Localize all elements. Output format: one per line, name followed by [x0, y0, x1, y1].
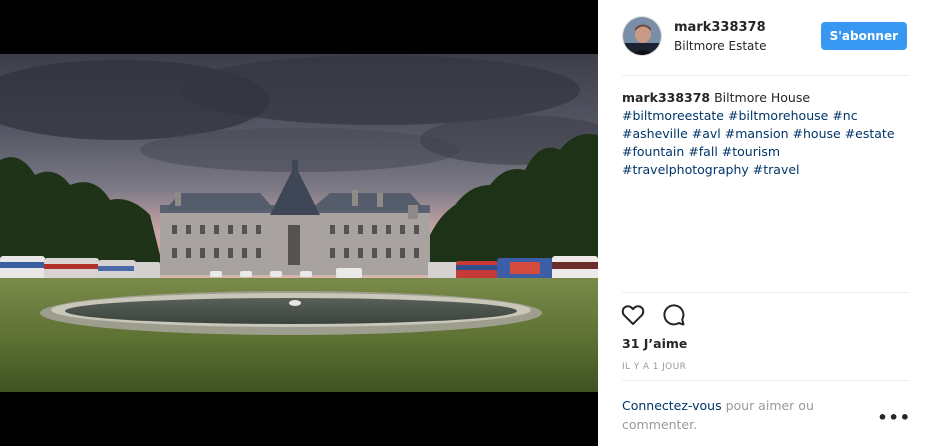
post-timestamp[interactable]: IL Y A 1 JOUR — [622, 362, 686, 372]
avatar-image — [623, 17, 661, 55]
hashtag-link[interactable]: #asheville — [622, 126, 688, 141]
username[interactable]: mark338378 — [674, 20, 766, 35]
hashtag-link[interactable]: #avl — [692, 126, 721, 141]
hashtag-link[interactable]: #fall — [688, 144, 717, 159]
hashtag-link[interactable]: #biltmoreestate — [622, 108, 724, 123]
hashtag-link[interactable]: #travel — [753, 162, 800, 177]
hashtag-link[interactable]: #biltmorehouse — [728, 108, 828, 123]
hashtag-link[interactable]: #fountain — [622, 144, 684, 159]
comment-icon[interactable] — [661, 302, 687, 328]
login-link[interactable]: Connectez-vous — [622, 398, 722, 413]
post-caption: mark338378 Biltmore House #biltmoreestat… — [622, 89, 909, 179]
location-link[interactable]: Biltmore Estate — [674, 39, 766, 53]
post-photo — [0, 0, 598, 446]
hashtag-link[interactable]: #estate — [845, 126, 895, 141]
divider — [622, 75, 909, 76]
caption-username[interactable]: mark338378 — [622, 90, 710, 105]
hashtag-link[interactable]: #travelphotography — [622, 162, 749, 177]
like-count[interactable]: 31 J’aime — [622, 336, 687, 351]
more-options-icon[interactable]: ••• — [877, 410, 911, 426]
avatar[interactable] — [622, 16, 662, 56]
login-prompt: Connectez-vous pour aimer ou commenter. — [622, 396, 882, 434]
post-header: mark338378 Biltmore Estate S'abonner — [622, 16, 909, 58]
post-sidebar: mark338378 Biltmore Estate S'abonner mar… — [598, 0, 929, 446]
caption-text: Biltmore House — [714, 90, 811, 105]
hashtag-link[interactable]: #tourism — [722, 144, 780, 159]
hashtag-list: #biltmoreestate #biltmorehouse #nc #ashe… — [622, 108, 895, 177]
divider — [622, 292, 909, 293]
heart-icon[interactable] — [620, 302, 646, 328]
post-media[interactable] — [0, 0, 598, 446]
divider — [622, 380, 909, 381]
hashtag-link[interactable]: #mansion — [725, 126, 789, 141]
follow-button[interactable]: S'abonner — [820, 22, 907, 50]
hashtag-link[interactable]: #house — [793, 126, 841, 141]
hashtag-link[interactable]: #nc — [832, 108, 857, 123]
